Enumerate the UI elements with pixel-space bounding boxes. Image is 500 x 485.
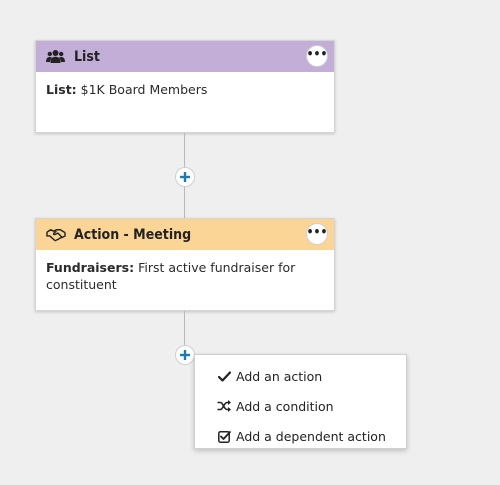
action-card-body: Fundraisers: First active fundraiser for… <box>36 250 334 302</box>
list-card-body-label: List: <box>46 82 77 97</box>
menu-item-add-dependent-action[interactable]: Add a dependent action <box>195 421 406 451</box>
menu-item-label: Add an action <box>236 368 323 384</box>
shuffle-icon <box>217 399 231 413</box>
connector-line <box>184 311 185 345</box>
handshake-icon <box>46 227 66 243</box>
list-card-more-button[interactable]: ••• <box>306 45 328 67</box>
action-card-more-button[interactable]: ••• <box>306 223 328 245</box>
list-card-body: List: $1K Board Members <box>36 72 334 107</box>
action-card-body-label: Fundraisers: <box>46 260 135 275</box>
plus-icon <box>180 350 190 360</box>
users-icon <box>46 49 66 65</box>
menu-item-label: Add a condition <box>236 398 334 414</box>
menu-item-add-condition[interactable]: Add a condition <box>195 391 406 421</box>
plus-icon <box>180 172 190 182</box>
list-card-header: List ••• <box>36 41 334 72</box>
list-card-title: List <box>74 48 100 65</box>
list-card[interactable]: List ••• List: $1K Board Members <box>35 40 335 133</box>
action-card-title: Action - Meeting <box>74 226 192 243</box>
action-card[interactable]: Action - Meeting ••• Fundraisers: First … <box>35 218 335 311</box>
add-step-button[interactable] <box>175 167 195 187</box>
checkbox-icon <box>217 429 231 443</box>
add-step-button[interactable] <box>175 345 195 365</box>
menu-item-label: Add a dependent action <box>236 428 386 444</box>
workflow-canvas: List ••• List: $1K Board Members Action … <box>0 0 500 485</box>
check-icon <box>217 369 231 383</box>
more-icon: ••• <box>306 224 328 239</box>
menu-item-add-action[interactable]: Add an action <box>195 361 406 391</box>
list-card-body-value: $1K Board Members <box>80 82 208 97</box>
add-step-menu: Add an action Add a condition Add a depe… <box>194 354 407 449</box>
action-card-header: Action - Meeting ••• <box>36 219 334 250</box>
more-icon: ••• <box>306 46 328 61</box>
